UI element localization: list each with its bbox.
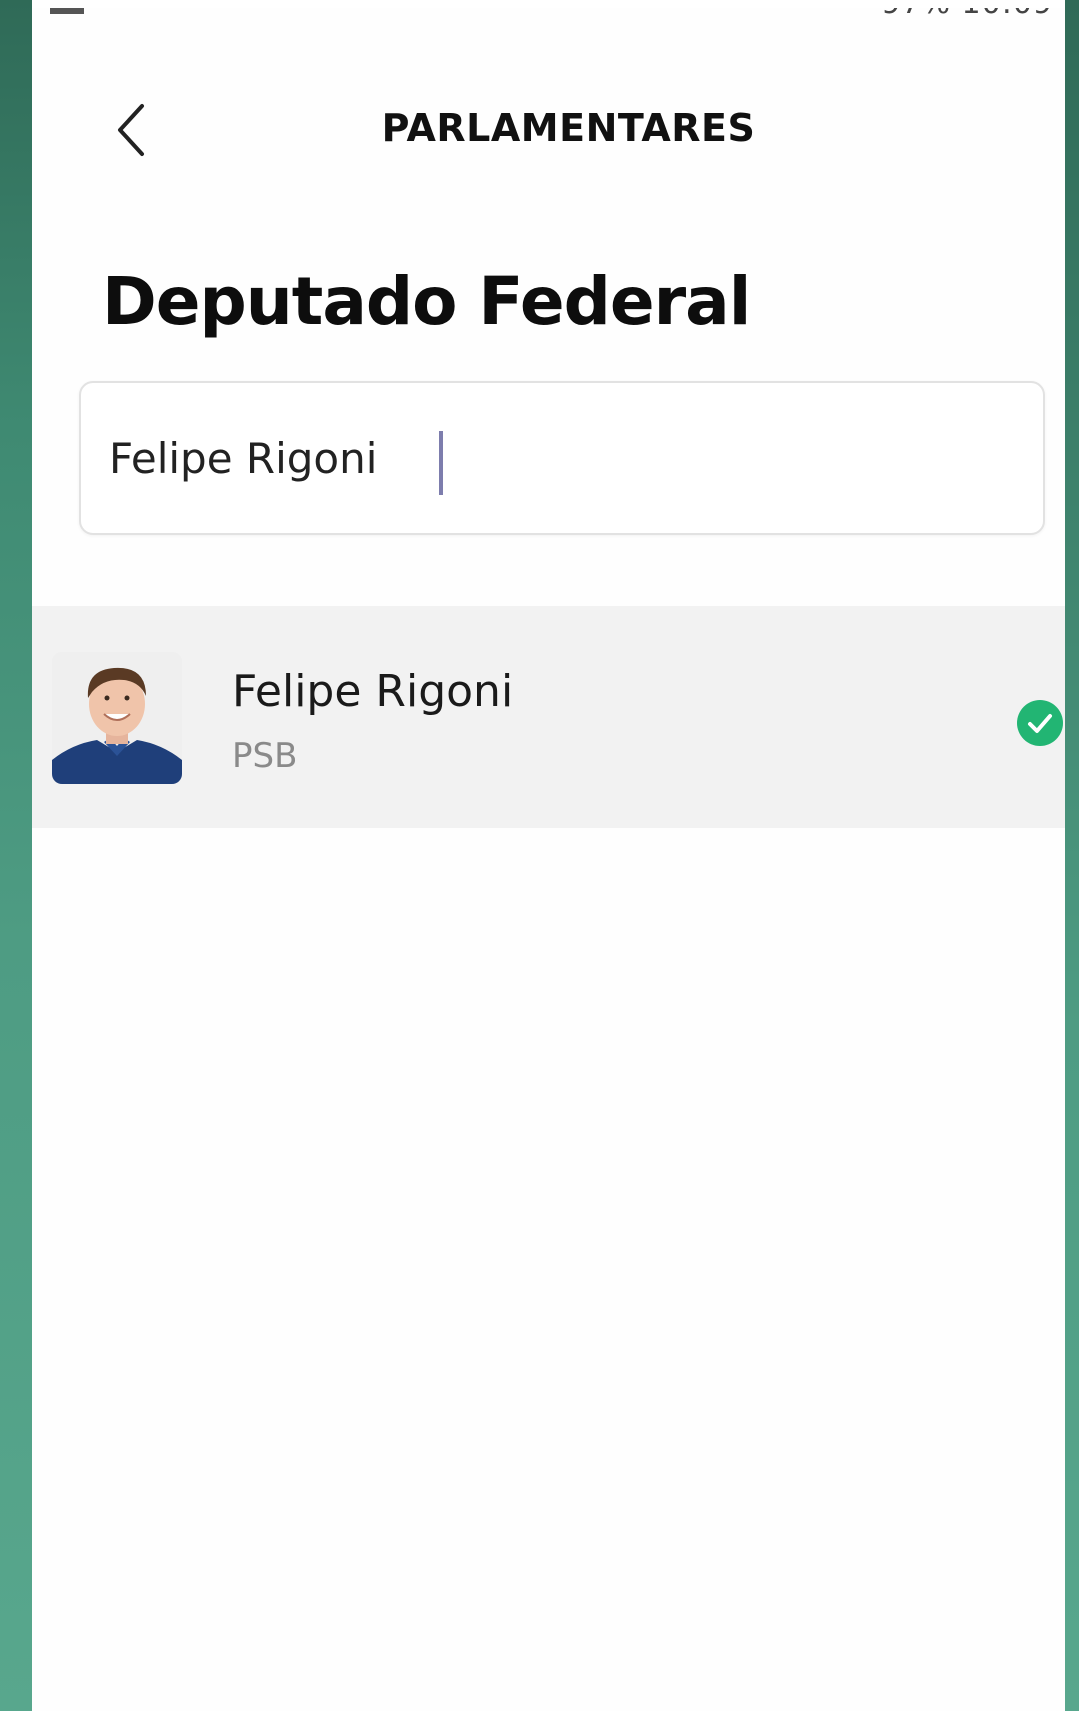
portrait-image <box>52 652 182 784</box>
search-box[interactable] <box>79 381 1045 535</box>
search-input[interactable] <box>109 423 989 493</box>
result-party: PSB <box>232 736 298 776</box>
status-text: 97% 10:09 <box>881 8 1053 21</box>
header-title: PARLAMENTARES <box>381 106 756 150</box>
background-left <box>0 0 32 1711</box>
page-title: Deputado Federal <box>102 263 751 340</box>
result-name: Felipe Rigoni <box>232 666 514 717</box>
avatar <box>52 652 182 784</box>
result-row[interactable]: Felipe Rigoni PSB <box>32 606 1065 828</box>
app-screen: 97% 10:09 PARLAMENTARES Deputado Federal <box>32 8 1065 1711</box>
header: PARLAMENTARES <box>32 88 1065 168</box>
text-caret <box>439 431 443 495</box>
notification-icon <box>50 8 84 14</box>
background-right <box>1065 0 1079 1711</box>
check-circle-icon[interactable] <box>1016 699 1064 747</box>
status-bar: 97% 10:09 <box>32 8 1065 22</box>
